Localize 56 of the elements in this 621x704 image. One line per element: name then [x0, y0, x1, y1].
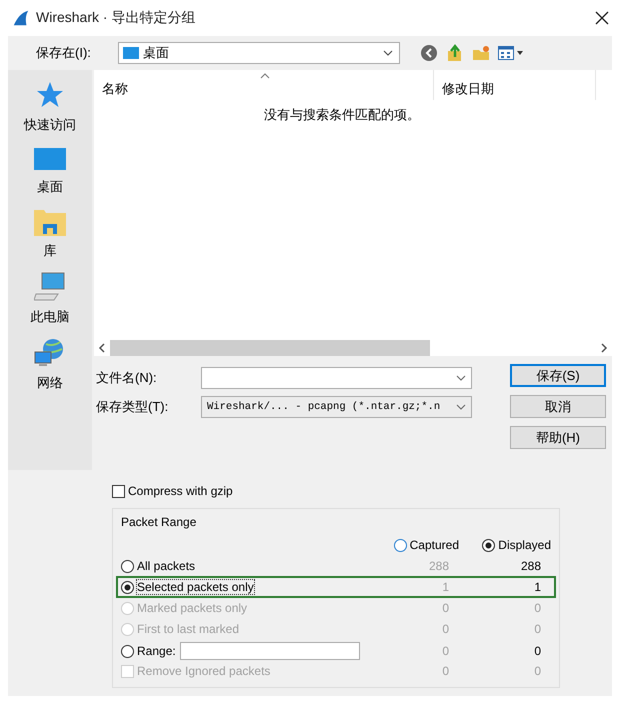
star-icon — [35, 80, 65, 110]
desktop-icon — [34, 146, 66, 172]
scroll-right-icon[interactable] — [600, 343, 608, 353]
dialog-button[interactable]: 取消 — [510, 395, 606, 418]
captured-count: 0 — [441, 622, 450, 636]
view-menu-icon[interactable] — [498, 45, 524, 61]
desktop-icon — [123, 46, 139, 60]
source-radio[interactable]: Displayed — [459, 538, 551, 552]
captured-count: 0 — [441, 601, 450, 615]
new-folder-icon[interactable] — [472, 44, 490, 62]
group-title: Packet Range — [121, 515, 198, 529]
close-icon[interactable] — [595, 11, 609, 25]
up-folder-icon[interactable] — [446, 44, 464, 62]
displayed-count: 0 — [533, 622, 542, 636]
displayed-count: 0 — [533, 644, 542, 658]
empty-message: 没有与搜索条件匹配的项。 — [264, 106, 420, 122]
field-label: 保存类型(T): — [96, 398, 170, 416]
folder-icon — [34, 208, 66, 236]
shark-fin-icon — [12, 9, 30, 27]
option-radio[interactable]: All packets — [121, 559, 196, 573]
chevron-down-icon — [383, 50, 393, 56]
displayed-count: 288 — [520, 559, 542, 573]
displayed-count: 0 — [533, 664, 542, 678]
range-field[interactable] — [180, 642, 360, 660]
sidebar-item[interactable]: 此电脑 — [30, 272, 70, 326]
sidebar-item[interactable]: 网络 — [34, 338, 66, 392]
computer-icon — [34, 272, 66, 302]
filename-field[interactable] — [201, 367, 472, 389]
scroll-left-icon[interactable] — [98, 343, 106, 353]
sidebar-item[interactable]: 库 — [34, 208, 66, 260]
file-type-dropdown[interactable]: Wireshark/... - pcapng (*.ntar.gz;*.n — [201, 396, 472, 418]
displayed-count: 1 — [533, 580, 542, 594]
sidebar-item[interactable]: 桌面 — [34, 146, 66, 196]
captured-count: 0 — [441, 664, 450, 678]
dialog-button[interactable]: 保存(S) — [510, 364, 606, 387]
sort-caret-icon — [260, 73, 270, 79]
column-header[interactable]: 修改日期 — [433, 70, 595, 100]
column-header[interactable]: 名称 — [94, 70, 433, 100]
chevron-down-icon — [456, 404, 466, 410]
dialog-button[interactable]: 帮助(H) — [510, 426, 606, 449]
field-label: 文件名(N): — [96, 369, 158, 387]
network-icon — [34, 338, 66, 368]
back-icon[interactable] — [420, 44, 438, 62]
sidebar-item[interactable]: 快速访问 — [24, 80, 76, 134]
option-radio[interactable]: Range: — [121, 644, 176, 658]
chevron-down-icon — [456, 375, 466, 381]
captured-count: 288 — [428, 559, 450, 573]
location-label: 保存在(I): — [36, 44, 92, 62]
location-dropdown[interactable]: 桌面 — [118, 42, 400, 64]
window-title: Wireshark · 导出特定分组 — [36, 9, 196, 27]
captured-count: 1 — [441, 580, 450, 594]
source-radio[interactable]: Captured — [379, 538, 459, 552]
option-radio[interactable]: Selected packets only — [121, 580, 254, 594]
captured-count: 0 — [441, 644, 450, 658]
compress-checkbox[interactable]: Compress with gzip — [112, 484, 233, 498]
displayed-count: 0 — [533, 601, 542, 615]
